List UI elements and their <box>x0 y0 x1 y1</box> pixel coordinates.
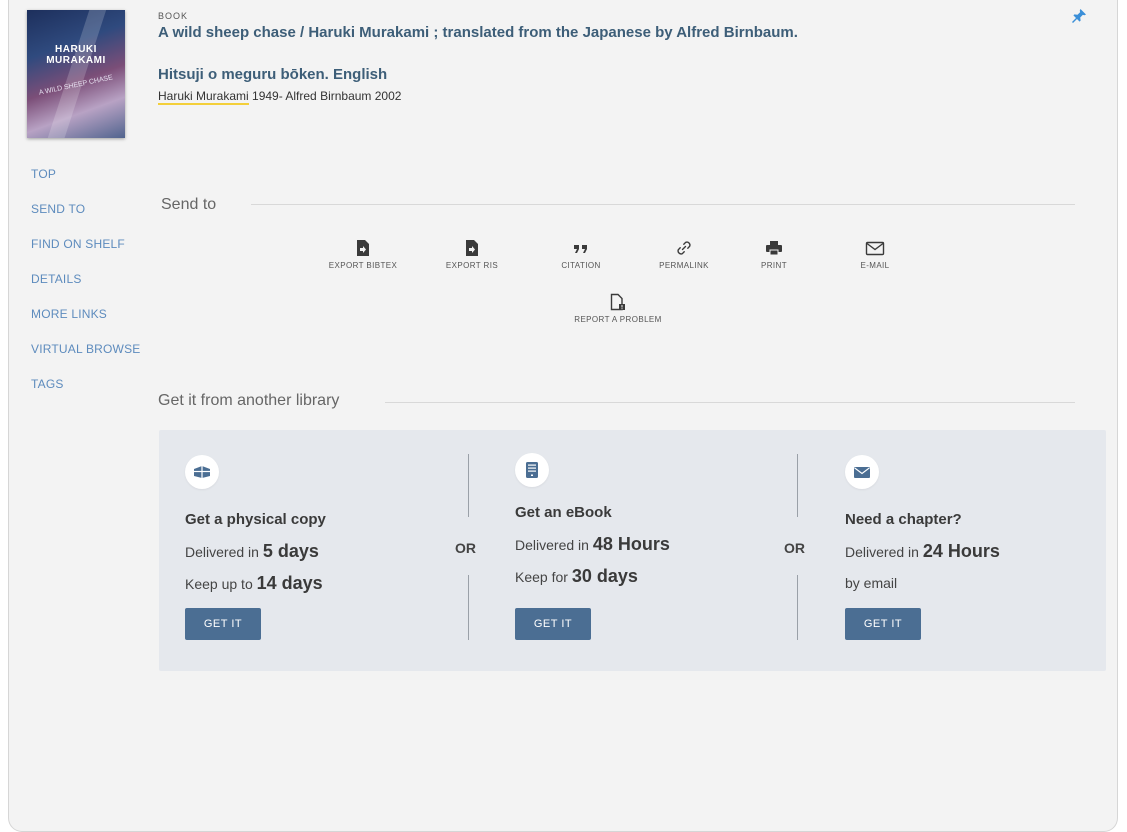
separator-line <box>797 454 798 517</box>
option-heading: Get an eBook <box>515 504 612 521</box>
nav-more-links[interactable]: MORE LINKS <box>31 306 141 341</box>
author-details: 1949- Alfred Birnbaum 2002 <box>248 89 402 103</box>
loan-period: Keep for 30 days <box>515 566 638 586</box>
cover-decoration <box>42 10 108 138</box>
nav-virtual-browse[interactable]: VIRTUAL BROWSE <box>31 341 141 376</box>
record-authors: Haruki Murakami 1949- Alfred Birnbaum 20… <box>158 89 402 105</box>
or-label: OR <box>784 540 805 556</box>
or-label: OR <box>455 540 476 556</box>
citation-button[interactable]: CITATION <box>536 238 626 270</box>
report-problem-icon <box>610 293 625 311</box>
quote-icon <box>574 245 587 253</box>
action-label: CITATION <box>561 261 601 270</box>
option-heading: Need a chapter? <box>845 511 962 528</box>
send-to-divider <box>251 204 1075 205</box>
delivery-method: by email <box>845 575 898 591</box>
envelope-icon <box>865 241 885 255</box>
envelope-icon <box>854 466 870 478</box>
record-alt-title[interactable]: Hitsuji o meguru bōken. English <box>158 66 387 83</box>
get-it-options-panel: Get a physical copy Delivered in 5 days … <box>159 430 1106 671</box>
email-button[interactable]: E-MAIL <box>830 238 920 270</box>
get-it-heading: Get it from another library <box>158 392 340 409</box>
option-icon-circle <box>845 455 879 489</box>
export-file-icon <box>357 240 369 256</box>
nav-tags[interactable]: TAGS <box>31 376 141 411</box>
separator-line <box>468 575 469 640</box>
get-it-physical-button[interactable]: GET IT <box>185 608 261 640</box>
loan-period: Keep up to 14 days <box>185 573 323 593</box>
export-ris-button[interactable]: EXPORT RIS <box>427 238 517 270</box>
action-label: PERMALINK <box>659 261 709 270</box>
delivery-time: Delivered in 24 Hours <box>845 541 1000 561</box>
nav-find-on-shelf[interactable]: FIND ON SHELF <box>31 236 141 271</box>
author-link[interactable]: Haruki Murakami <box>158 89 249 105</box>
send-to-heading: Send to <box>161 196 217 213</box>
record-panel: HARUKI MURAKAMI A WILD SHEEP CHASE BOOK … <box>8 0 1118 832</box>
ebook-icon <box>526 462 538 478</box>
nav-send-to[interactable]: SEND TO <box>31 201 141 236</box>
pin-icon[interactable] <box>1071 8 1087 24</box>
printer-icon <box>766 241 782 256</box>
permalink-button[interactable]: PERMALINK <box>639 238 729 270</box>
option-icon-circle <box>185 455 219 489</box>
option-physical-copy: Get a physical copy Delivered in 5 days … <box>185 455 326 640</box>
export-file-icon <box>466 240 478 256</box>
get-it-divider <box>385 402 1075 403</box>
report-problem-button[interactable]: REPORT A PROBLEM <box>568 292 668 324</box>
package-icon <box>194 466 210 478</box>
section-nav: TOP SEND TO FIND ON SHELF DETAILS MORE L… <box>31 166 141 411</box>
option-icon-circle <box>515 453 549 487</box>
print-button[interactable]: PRINT <box>729 238 819 270</box>
separator-line <box>797 575 798 640</box>
get-it-chapter-button[interactable]: GET IT <box>845 608 921 640</box>
export-bibtex-button[interactable]: EXPORT BIBTEX <box>318 238 408 270</box>
record-title[interactable]: A wild sheep chase / Haruki Murakami ; t… <box>158 23 838 43</box>
action-label: REPORT A PROBLEM <box>574 315 662 324</box>
nav-top[interactable]: TOP <box>31 166 141 201</box>
link-icon <box>677 241 691 255</box>
cover-author: HARUKI MURAKAMI <box>46 44 106 66</box>
nav-details[interactable]: DETAILS <box>31 271 141 306</box>
delivery-time: Delivered in 48 Hours <box>515 534 670 554</box>
separator-line <box>468 454 469 517</box>
book-cover-image[interactable]: HARUKI MURAKAMI A WILD SHEEP CHASE <box>27 10 125 138</box>
get-it-ebook-button[interactable]: GET IT <box>515 608 591 640</box>
option-chapter: Need a chapter? Delivered in 24 Hours by… <box>845 455 1000 640</box>
action-label: EXPORT BIBTEX <box>328 261 398 270</box>
option-heading: Get a physical copy <box>185 511 326 528</box>
action-label: EXPORT RIS <box>445 261 499 270</box>
option-ebook: Get an eBook Delivered in 48 Hours Keep … <box>515 453 670 640</box>
action-label: E-MAIL <box>860 261 890 270</box>
action-label: PRINT <box>761 261 787 270</box>
delivery-time: Delivered in 5 days <box>185 541 319 561</box>
record-type: BOOK <box>158 11 189 21</box>
